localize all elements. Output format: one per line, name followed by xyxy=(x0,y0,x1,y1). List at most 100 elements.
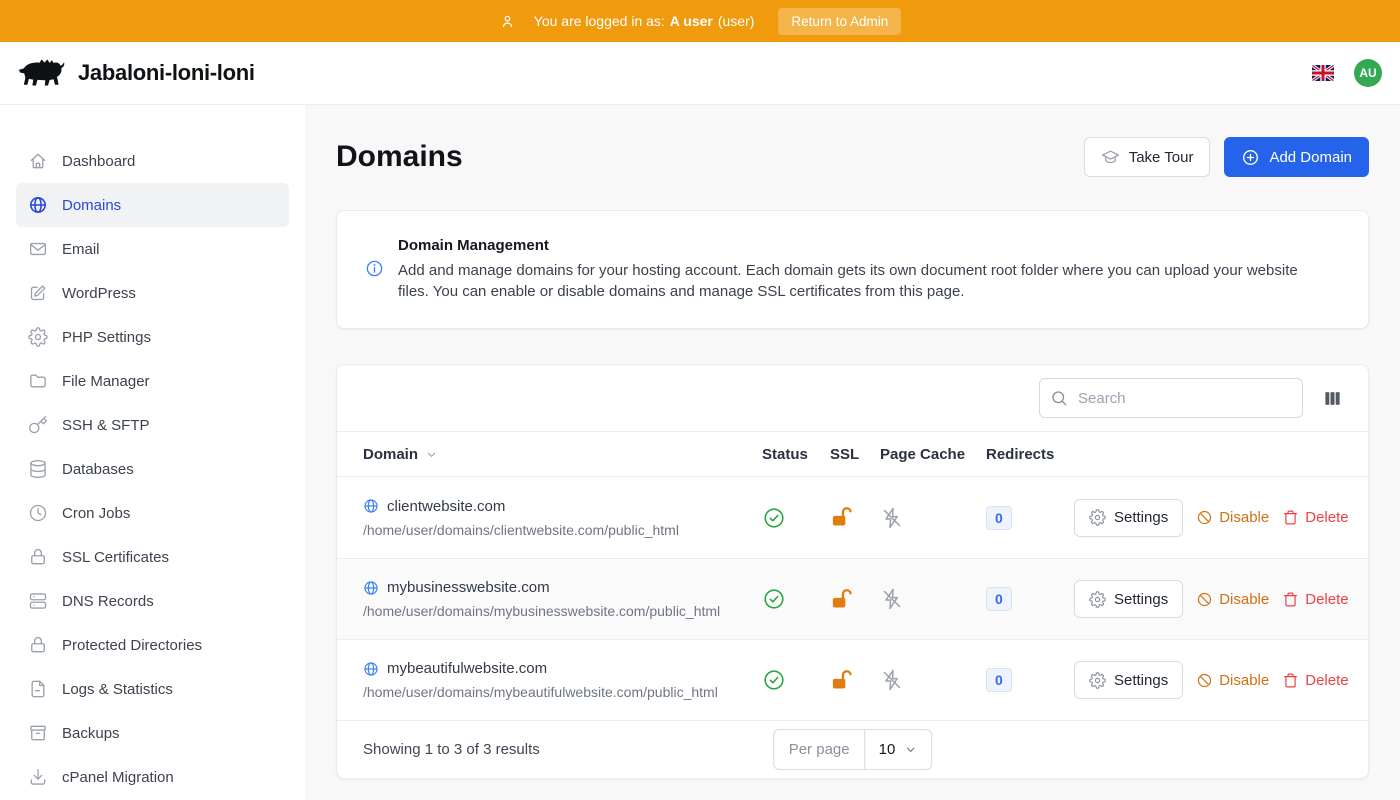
sidebar-item-file-manager[interactable]: File Manager xyxy=(16,359,289,403)
database-icon xyxy=(28,459,48,479)
disable-button[interactable]: Disable xyxy=(1196,509,1269,526)
info-box-description: Add and manage domains for your hosting … xyxy=(398,261,1318,302)
page-cache-off-icon[interactable] xyxy=(880,506,986,530)
sidebar-item-label: DNS Records xyxy=(62,593,154,610)
trash-icon xyxy=(1282,509,1299,526)
sidebar-item-cpanel-migration[interactable]: cPanel Migration xyxy=(16,755,289,799)
page-title: Domains xyxy=(336,140,463,174)
delete-button[interactable]: Delete xyxy=(1282,672,1348,689)
gear-icon xyxy=(1089,509,1106,526)
per-page-value: 10 xyxy=(879,741,896,758)
domain-path: /home/user/domains/clientwebsite.com/pub… xyxy=(363,522,762,538)
redirects-count-badge[interactable]: 0 xyxy=(986,587,1012,611)
delete-button[interactable]: Delete xyxy=(1282,509,1348,526)
gear-icon xyxy=(28,327,48,347)
globe-icon xyxy=(363,661,379,677)
home-icon xyxy=(28,151,48,171)
sidebar-item-databases[interactable]: Databases xyxy=(16,447,289,491)
column-header-redirects: Redirects xyxy=(986,446,1074,463)
table-footer: Showing 1 to 3 of 3 results Per page 10 xyxy=(337,720,1368,778)
brand-name: Jabaloni-loni-loni xyxy=(78,60,255,86)
take-tour-button[interactable]: Take Tour xyxy=(1084,137,1211,177)
document-icon xyxy=(28,679,48,699)
lock-icon xyxy=(28,635,48,655)
columns-view-icon[interactable] xyxy=(1319,385,1346,412)
column-header-domain: Domain xyxy=(363,446,418,463)
globe-icon xyxy=(28,195,48,215)
page-cache-off-icon[interactable] xyxy=(880,668,986,692)
redirects-count-badge[interactable]: 0 xyxy=(986,506,1012,530)
domains-table-card: Domain Status SSL Page Cache Redirects c… xyxy=(336,364,1369,779)
sidebar-item-protected-directories[interactable]: Protected Directories xyxy=(16,623,289,667)
sidebar-item-ssl-certificates[interactable]: SSL Certificates xyxy=(16,535,289,579)
disable-button[interactable]: Disable xyxy=(1196,672,1269,689)
domain-path: /home/user/domains/mybusinesswebsite.com… xyxy=(363,603,762,619)
sidebar-item-label: Logs & Statistics xyxy=(62,681,173,698)
server-icon xyxy=(28,591,48,611)
main-content: Domains Take Tour Add Domain Domain Mana… xyxy=(305,105,1400,800)
sidebar-item-label: Domains xyxy=(62,197,121,214)
archive-icon xyxy=(28,723,48,743)
search-input[interactable] xyxy=(1039,378,1303,418)
table-row: clientwebsite.com /home/user/domains/cli… xyxy=(337,477,1368,558)
sidebar-item-dashboard[interactable]: Dashboard xyxy=(16,139,289,183)
redirects-count-badge[interactable]: 0 xyxy=(986,668,1012,692)
sidebar-item-php-settings[interactable]: PHP Settings xyxy=(16,315,289,359)
trash-icon xyxy=(1282,591,1299,608)
ssl-unlocked-icon[interactable] xyxy=(830,506,880,529)
plus-circle-icon xyxy=(1241,148,1260,167)
settings-button[interactable]: Settings xyxy=(1074,580,1183,618)
sidebar-item-logs-statistics[interactable]: Logs & Statistics xyxy=(16,667,289,711)
results-summary: Showing 1 to 3 of 3 results xyxy=(363,741,540,758)
sidebar-item-label: cPanel Migration xyxy=(62,769,174,786)
sidebar-item-wordpress[interactable]: WordPress xyxy=(16,271,289,315)
sidebar-item-label: Email xyxy=(62,241,100,258)
domain-path: /home/user/domains/mybeautifulwebsite.co… xyxy=(363,684,762,700)
search-icon xyxy=(1050,389,1068,407)
banner-username: A user xyxy=(670,13,713,29)
sidebar-nav: Dashboard Domains Email WordPress PHP Se… xyxy=(0,105,305,800)
per-page-label: Per page xyxy=(774,730,866,769)
chevron-down-icon xyxy=(903,742,918,757)
globe-icon xyxy=(363,498,379,514)
folder-icon xyxy=(28,371,48,391)
language-flag-icon[interactable] xyxy=(1312,65,1334,81)
sidebar-item-ssh-sftp[interactable]: SSH & SFTP xyxy=(16,403,289,447)
app-header: Jabaloni-loni-loni AU xyxy=(0,42,1400,105)
ssl-unlocked-icon[interactable] xyxy=(830,669,880,692)
domain-name: mybeautifulwebsite.com xyxy=(387,660,547,677)
return-to-admin-button[interactable]: Return to Admin xyxy=(778,8,901,35)
sidebar-item-label: SSH & SFTP xyxy=(62,417,150,434)
sidebar-item-label: Dashboard xyxy=(62,153,135,170)
sidebar-item-backups[interactable]: Backups xyxy=(16,711,289,755)
settings-button[interactable]: Settings xyxy=(1074,499,1183,537)
sidebar-item-label: SSL Certificates xyxy=(62,549,169,566)
page-cache-off-icon[interactable] xyxy=(880,587,986,611)
sidebar-item-cron-jobs[interactable]: Cron Jobs xyxy=(16,491,289,535)
add-domain-button[interactable]: Add Domain xyxy=(1224,137,1369,177)
status-enabled-icon xyxy=(762,587,830,611)
user-avatar[interactable]: AU xyxy=(1354,59,1382,87)
sidebar-item-dns-records[interactable]: DNS Records xyxy=(16,579,289,623)
mail-icon xyxy=(28,239,48,259)
info-box-title: Domain Management xyxy=(398,237,1318,254)
brand-logo[interactable]: Jabaloni-loni-loni xyxy=(16,55,255,91)
sidebar-item-email[interactable]: Email xyxy=(16,227,289,271)
disable-button[interactable]: Disable xyxy=(1196,591,1269,608)
sort-chevron-icon[interactable] xyxy=(424,447,439,462)
column-header-ssl: SSL xyxy=(830,446,880,463)
ssl-unlocked-icon[interactable] xyxy=(830,588,880,611)
lock-icon xyxy=(28,547,48,567)
table-row: mybeautifulwebsite.com /home/user/domain… xyxy=(337,639,1368,720)
per-page-select[interactable]: Per page 10 xyxy=(773,729,933,770)
delete-button[interactable]: Delete xyxy=(1282,591,1348,608)
sidebar-item-domains[interactable]: Domains xyxy=(16,183,289,227)
sidebar-item-label: PHP Settings xyxy=(62,329,151,346)
sidebar-item-label: Cron Jobs xyxy=(62,505,130,522)
prohibit-icon xyxy=(1196,509,1213,526)
gear-icon xyxy=(1089,591,1106,608)
settings-button[interactable]: Settings xyxy=(1074,661,1183,699)
impersonation-banner: You are logged in as: A user (user) Retu… xyxy=(0,0,1400,42)
prohibit-icon xyxy=(1196,672,1213,689)
sidebar-item-label: WordPress xyxy=(62,285,136,302)
